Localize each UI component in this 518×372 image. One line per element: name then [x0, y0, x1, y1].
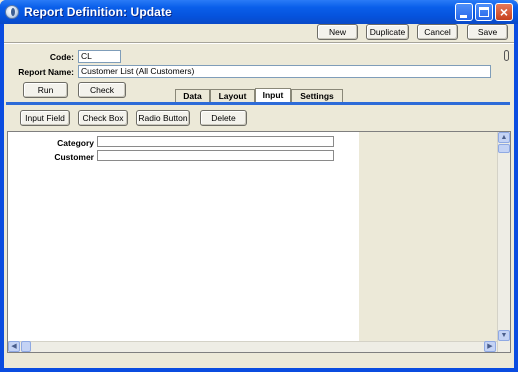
duplicate-button[interactable]: Duplicate — [366, 24, 409, 40]
app-icon[interactable] — [5, 5, 19, 19]
vertical-scroll-thumb[interactable] — [498, 144, 510, 153]
check-button[interactable]: Check — [78, 82, 126, 98]
arrow-up-icon[interactable]: ▲ — [498, 132, 510, 143]
active-tab-underline — [6, 102, 510, 105]
input-canvas[interactable]: Category Customer ▲ ▼ ◀ ▶ — [7, 131, 511, 353]
minimize-button[interactable] — [455, 3, 473, 21]
application-window: Report Definition: Update × New Duplicat… — [0, 0, 518, 372]
arrow-left-icon[interactable]: ◀ — [8, 341, 20, 352]
paperclip-icon[interactable] — [504, 50, 509, 61]
category-label: Category — [57, 138, 94, 148]
window-client-area: New Duplicate Cancel Save Code: CL Repor… — [4, 24, 514, 368]
close-button[interactable]: × — [495, 3, 513, 21]
canvas-margin — [359, 132, 497, 352]
horizontal-scrollbar[interactable]: ◀ ▶ — [8, 341, 497, 352]
category-field[interactable] — [97, 136, 334, 147]
horizontal-scroll-thumb[interactable] — [21, 341, 31, 352]
delete-button[interactable]: Delete — [200, 110, 247, 126]
tab-data[interactable]: Data — [175, 89, 210, 102]
toolbar-separator — [4, 42, 514, 44]
tab-settings[interactable]: Settings — [291, 89, 343, 102]
arrow-right-icon[interactable]: ▶ — [484, 341, 496, 352]
new-button[interactable]: New — [317, 24, 358, 40]
run-button[interactable]: Run — [23, 82, 68, 98]
report-name-field[interactable]: Customer List (All Customers) — [78, 65, 491, 78]
tab-input[interactable]: Input — [255, 88, 291, 102]
customer-label: Customer — [54, 152, 94, 162]
vertical-scrollbar[interactable]: ▲ ▼ — [497, 132, 510, 352]
maximize-button[interactable] — [475, 3, 493, 21]
save-button[interactable]: Save — [467, 24, 508, 40]
status-bar — [4, 358, 514, 368]
title-bar[interactable]: Report Definition: Update × — [0, 0, 518, 24]
maximize-icon — [479, 7, 489, 17]
input-field-button[interactable]: Input Field — [20, 110, 70, 126]
tab-layout[interactable]: Layout — [210, 89, 255, 102]
cancel-button[interactable]: Cancel — [417, 24, 458, 40]
code-label: Code: — [49, 52, 74, 62]
window-title: Report Definition: Update — [24, 5, 172, 19]
minimize-icon — [460, 15, 467, 18]
close-icon: × — [499, 4, 509, 20]
code-field[interactable]: CL — [78, 50, 121, 63]
report-name-label: Report Name: — [18, 67, 74, 77]
radio-button-button[interactable]: Radio Button — [136, 110, 190, 126]
customer-field[interactable] — [97, 150, 334, 161]
check-box-button[interactable]: Check Box — [78, 110, 128, 126]
arrow-down-icon[interactable]: ▼ — [498, 330, 510, 341]
